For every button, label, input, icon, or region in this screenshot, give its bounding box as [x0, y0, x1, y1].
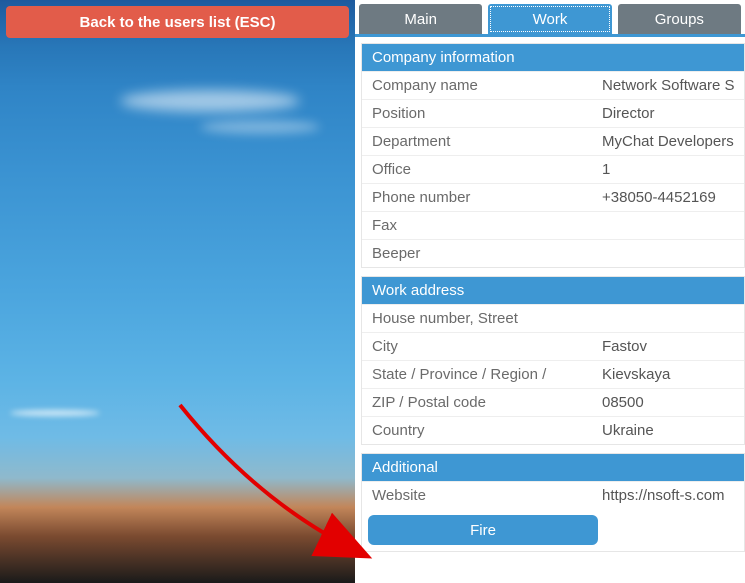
user-photo-panel: Back to the users list (ESC)	[0, 0, 355, 583]
section-company-information: Company information Company nameNetwork …	[361, 43, 745, 268]
field-label: Website	[362, 482, 592, 509]
field-value: MyChat Developers	[592, 128, 744, 155]
section-additional: Additional Websitehttps://nsoft-s.com Fi…	[361, 453, 745, 552]
row-phone-number[interactable]: Phone number+38050-4452169	[362, 183, 744, 211]
row-fax[interactable]: Fax	[362, 211, 744, 239]
field-value: +38050-4452169	[592, 184, 744, 211]
row-state[interactable]: State / Province / Region /Kievskaya	[362, 360, 744, 388]
fire-button[interactable]: Fire	[368, 515, 598, 545]
back-to-users-button[interactable]: Back to the users list (ESC)	[6, 6, 349, 38]
field-label: Beeper	[362, 240, 592, 267]
field-value: Fastov	[592, 333, 744, 360]
field-value	[592, 240, 744, 267]
tab-groups[interactable]: Groups	[618, 4, 741, 34]
field-label: Phone number	[362, 184, 592, 211]
decorative-cloud	[200, 120, 320, 134]
row-department[interactable]: DepartmentMyChat Developers	[362, 127, 744, 155]
field-label: Office	[362, 156, 592, 183]
tab-work[interactable]: Work	[488, 4, 611, 34]
field-label: Company name	[362, 72, 592, 99]
field-label: House number, Street	[362, 305, 592, 332]
fire-button-row: Fire	[362, 509, 744, 551]
row-website[interactable]: Websitehttps://nsoft-s.com	[362, 481, 744, 509]
section-header: Company information	[362, 44, 744, 71]
field-label: Position	[362, 100, 592, 127]
tab-content: Company information Company nameNetwork …	[355, 37, 745, 583]
field-value: 08500	[592, 389, 744, 416]
row-zip[interactable]: ZIP / Postal code08500	[362, 388, 744, 416]
field-value: https://nsoft-s.com	[592, 482, 744, 509]
section-header: Additional	[362, 454, 744, 481]
field-label: Country	[362, 417, 592, 444]
field-value: Network Software S	[592, 72, 744, 99]
field-value: Director	[592, 100, 744, 127]
field-label: City	[362, 333, 592, 360]
tab-main[interactable]: Main	[359, 4, 482, 34]
field-label: State / Province / Region /	[362, 361, 592, 388]
field-value	[592, 305, 744, 332]
decorative-cloud	[10, 410, 100, 416]
details-panel: Main Work Groups Company information Com…	[355, 0, 745, 583]
row-office[interactable]: Office1	[362, 155, 744, 183]
row-position[interactable]: PositionDirector	[362, 99, 744, 127]
field-label: ZIP / Postal code	[362, 389, 592, 416]
section-header: Work address	[362, 277, 744, 304]
field-label: Fax	[362, 212, 592, 239]
section-work-address: Work address House number, Street CityFa…	[361, 276, 745, 445]
field-value: 1	[592, 156, 744, 183]
row-company-name[interactable]: Company nameNetwork Software S	[362, 71, 744, 99]
field-value: Kievskaya	[592, 361, 744, 388]
tabs-bar: Main Work Groups	[355, 0, 745, 34]
row-country[interactable]: CountryUkraine	[362, 416, 744, 444]
row-house-street[interactable]: House number, Street	[362, 304, 744, 332]
row-beeper[interactable]: Beeper	[362, 239, 744, 267]
field-value: Ukraine	[592, 417, 744, 444]
decorative-cloud	[120, 90, 300, 112]
row-city[interactable]: CityFastov	[362, 332, 744, 360]
field-value	[592, 212, 744, 239]
field-label: Department	[362, 128, 592, 155]
